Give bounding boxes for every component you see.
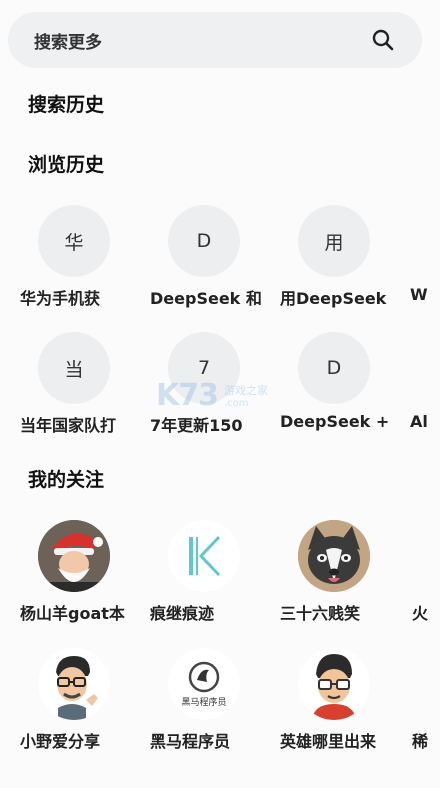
follow-item[interactable]: 杨山羊goat本 xyxy=(20,520,148,640)
my-follows-title: 我的关注 xyxy=(28,469,105,491)
watermark-text: 游戏之家 xyxy=(224,384,268,397)
browse-item-clipped-label[interactable]: Al xyxy=(410,412,428,431)
follow-item[interactable]: 小野爱分享 xyxy=(20,648,148,768)
follow-item[interactable]: 三十六贱笑 xyxy=(280,520,408,640)
browse-history-title: 浏览历史 xyxy=(28,154,105,176)
follow-item-label: 三十六贱笑 xyxy=(280,604,361,623)
santa-avatar-icon xyxy=(38,520,110,592)
watermark: K73 游戏之家 .com xyxy=(156,378,286,418)
glasses-man-avatar-icon xyxy=(298,648,370,720)
browse-item[interactable]: 当 当年国家队打 xyxy=(20,332,148,452)
search-icon[interactable] xyxy=(370,27,396,53)
k-logo-icon xyxy=(168,520,240,592)
browse-item-initial: 当 xyxy=(38,332,110,404)
follow-item-clipped-label[interactable]: 稀 xyxy=(412,728,428,752)
heima-logo-text: 黑马程序员 xyxy=(181,698,227,708)
browse-item-initial: 用 xyxy=(298,205,370,277)
follow-item-label: 小野爱分享 xyxy=(20,732,101,751)
search-placeholder: 搜索更多 xyxy=(34,32,102,53)
browse-item-clipped-label[interactable]: W xyxy=(410,285,428,304)
search-bar[interactable]: 搜索更多 xyxy=(8,12,422,68)
browse-item[interactable]: 华 华为手机获 xyxy=(20,205,148,325)
search-history-title: 搜索历史 xyxy=(28,94,105,116)
follow-item-clipped-label[interactable]: 火 xyxy=(412,600,428,624)
cartoon-man-avatar-icon xyxy=(38,648,110,720)
watermark-logo: K73 xyxy=(156,378,219,413)
husky-avatar-icon xyxy=(298,520,370,592)
browse-item-label: DeepSeek 和 xyxy=(150,289,262,308)
browse-item-initial: D xyxy=(168,205,240,277)
follow-item-label: 英雄哪里出来 xyxy=(280,732,377,751)
follow-item-label: 黑马程序员 xyxy=(150,732,231,751)
follow-item[interactable]: 英雄哪里出来 xyxy=(280,648,408,768)
browse-item[interactable]: D DeepSeek + xyxy=(280,332,408,452)
browse-item-label: 当年国家队打 xyxy=(20,416,117,435)
follow-item-label: 杨山羊goat本 xyxy=(20,604,125,623)
browse-item-label: 用DeepSeek xyxy=(280,289,387,308)
watermark-url: .com xyxy=(224,398,249,409)
follow-item-label: 痕继痕迹 xyxy=(150,604,215,623)
follow-item[interactable]: 黑马程序员 黑马程序员 xyxy=(150,648,278,768)
browse-item[interactable]: 用 用DeepSeek xyxy=(280,205,408,325)
browse-item-label: DeepSeek + xyxy=(280,412,390,431)
heima-logo-icon: 黑马程序员 xyxy=(168,648,240,720)
browse-item[interactable]: D DeepSeek 和 xyxy=(150,205,278,325)
browse-item-initial: D xyxy=(298,332,370,404)
browse-item-initial: 华 xyxy=(38,205,110,277)
browse-item-label: 华为手机获 xyxy=(20,289,101,308)
follow-item[interactable]: 痕继痕迹 xyxy=(150,520,278,640)
